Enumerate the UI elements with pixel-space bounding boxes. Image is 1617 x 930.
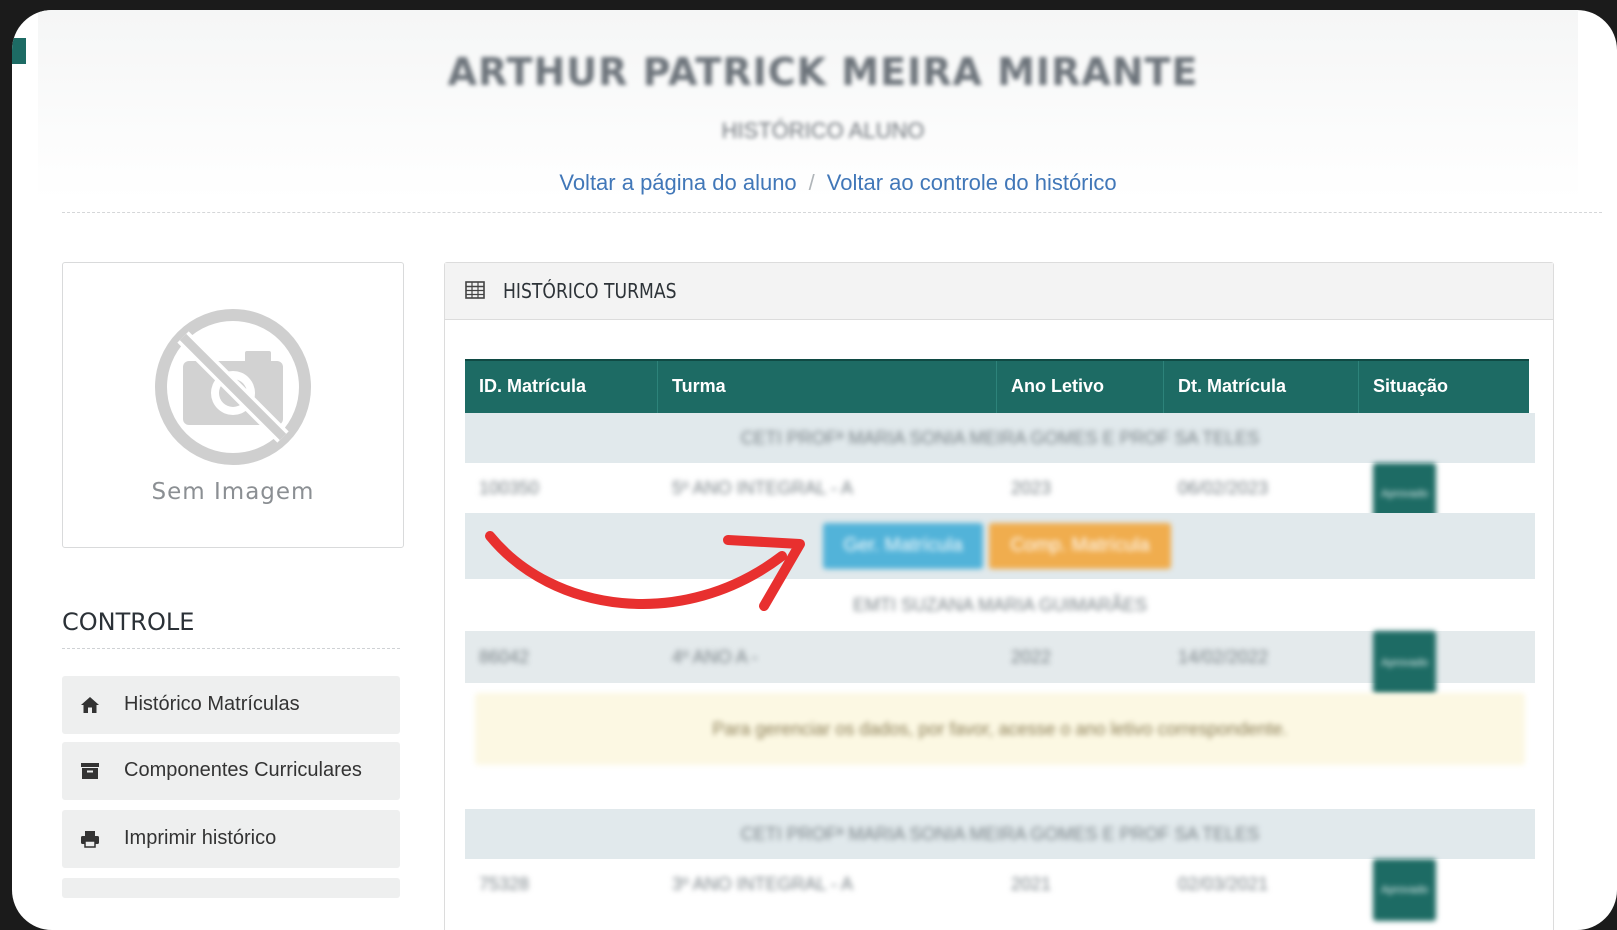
menu-item-label: Componentes Curriculares — [124, 759, 362, 781]
menu-item-partial[interactable] — [62, 878, 400, 898]
cell-id: 86042 — [479, 647, 530, 667]
cell-turma: 3º ANO INTEGRAL - A — [672, 874, 853, 894]
page-subtitle: HISTÓRICO ALUNO — [721, 118, 925, 143]
breadcrumb-separator: / — [808, 170, 815, 195]
accent-edge — [12, 38, 26, 64]
panel-header: HISTÓRICO TURMAS — [445, 263, 1553, 320]
column-header-dt-matricula[interactable]: Dt. Matrícula — [1164, 361, 1359, 413]
cell-data: 14/02/2022 — [1178, 647, 1269, 667]
school-row: CETI PROFª MARIA SONIA MEIRA GOMES E PRO… — [465, 413, 1535, 463]
cell-ano: 2022 — [1011, 647, 1052, 667]
breadcrumb: Voltar a página do aluno / Voltar ao contr… — [38, 170, 1617, 196]
cell-data: 02/03/2021 — [1178, 874, 1269, 894]
app-window: ARTHUR PATRICK MEIRA MIRANTE HISTÓRICO A… — [12, 10, 1617, 930]
back-to-history-control-link[interactable]: Voltar ao controle do histórico — [827, 170, 1117, 195]
cell-id: 75328 — [479, 874, 530, 894]
column-header-turma[interactable]: Turma — [658, 361, 997, 413]
menu-item-historico-matriculas[interactable]: Histórico Matrículas — [62, 676, 400, 734]
ger-matricula-button[interactable]: Ger. Matrícula — [823, 523, 983, 569]
table-row[interactable]: 75328 3º ANO INTEGRAL - A 2021 02/03/202… — [465, 859, 1535, 921]
no-camera-icon — [155, 309, 311, 465]
page-header: ARTHUR PATRICK MEIRA MIRANTE HISTÓRICO A… — [38, 10, 1578, 200]
status-badge: Aprovado — [1373, 631, 1437, 695]
archive-icon — [81, 763, 99, 779]
action-row: Ger. Matrícula Comp. Matrícula — [465, 513, 1535, 579]
cell-data: 06/02/2023 — [1178, 478, 1269, 498]
column-header-id[interactable]: ID. Matrícula — [465, 361, 658, 413]
column-header-situacao[interactable]: Situação — [1359, 361, 1529, 413]
cell-ano: 2021 — [1011, 874, 1052, 894]
school-name: EMTI SUZANA MARIA GUIMARÃES — [852, 595, 1148, 615]
cell-ano: 2023 — [1011, 478, 1052, 498]
cell-turma: 5º ANO INTEGRAL - A — [672, 478, 853, 498]
menu-item-label: Imprimir histórico — [124, 827, 277, 849]
cell-id: 100350 — [479, 478, 540, 498]
school-row: CETI PROFª MARIA SONIA MEIRA GOMES E PRO… — [465, 809, 1535, 859]
menu-item-imprimir-historico[interactable]: Imprimir histórico — [62, 810, 400, 868]
back-to-student-link[interactable]: Voltar a página do aluno — [559, 170, 796, 195]
table-icon — [465, 281, 485, 299]
table-header: ID. Matrícula Turma Ano Letivo Dt. Matrí… — [465, 359, 1529, 413]
control-divider — [62, 648, 400, 649]
school-name: CETI PROFª MARIA SONIA MEIRA GOMES E PRO… — [740, 824, 1260, 844]
comp-matricula-button[interactable]: Comp. Matrícula — [989, 523, 1171, 569]
menu-item-label: Histórico Matrículas — [124, 693, 300, 715]
notice-message: Para gerenciar os dados, por favor, aces… — [475, 693, 1525, 765]
student-name: ARTHUR PATRICK MEIRA MIRANTE — [447, 50, 1199, 94]
school-name: CETI PROFª MARIA SONIA MEIRA GOMES E PRO… — [740, 428, 1260, 448]
header-divider — [62, 212, 1602, 213]
print-icon — [81, 831, 99, 848]
menu-item-componentes-curriculares[interactable]: Componentes Curriculares — [62, 742, 400, 800]
home-icon — [81, 697, 99, 713]
status-badge: Aprovado — [1373, 859, 1437, 921]
panel-title: HISTÓRICO TURMAS — [503, 279, 677, 303]
no-image-label: Sem Imagem — [151, 479, 315, 505]
student-photo: Sem Imagem — [62, 262, 404, 548]
school-row: EMTI SUZANA MARIA GUIMARÃES — [465, 579, 1535, 631]
table-row[interactable]: 100350 5º ANO INTEGRAL - A 2023 06/02/20… — [465, 463, 1535, 525]
column-header-ano-letivo[interactable]: Ano Letivo — [997, 361, 1164, 413]
history-panel: HISTÓRICO TURMAS ID. Matrícula Turma Ano… — [444, 262, 1554, 930]
table-row[interactable]: 86042 4º ANO A - 2022 14/02/2022 Aprovad… — [465, 631, 1535, 695]
control-title: CONTROLE — [62, 608, 195, 636]
cell-turma: 4º ANO A - — [672, 647, 758, 667]
